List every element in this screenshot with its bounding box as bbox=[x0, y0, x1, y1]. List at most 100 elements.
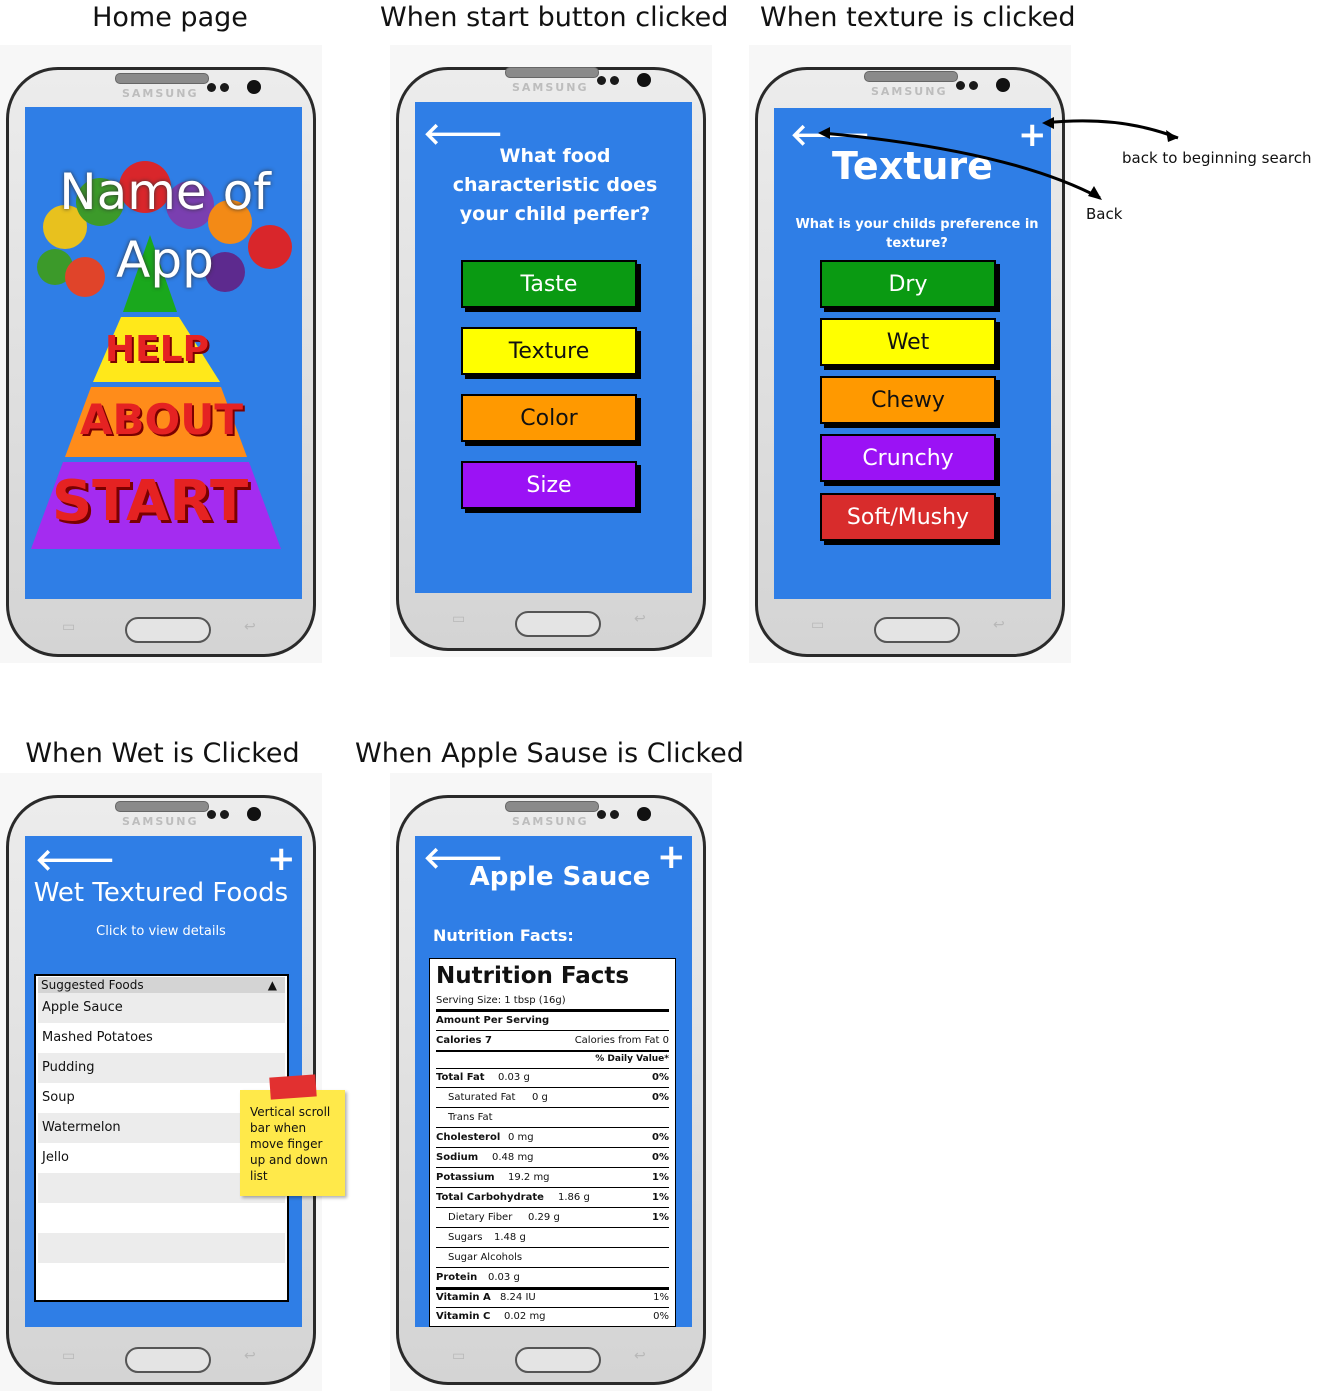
arrow-left-icon[interactable]: 🡐 bbox=[35, 846, 115, 876]
home-hardware-button[interactable] bbox=[874, 617, 960, 643]
nutrient-row: Sodium 0.48 mg 0% bbox=[436, 1149, 669, 1168]
nutrient-name: Potassium bbox=[436, 1172, 495, 1183]
nutrient-dv: 0% bbox=[652, 1072, 669, 1083]
crunchy-button[interactable]: Crunchy bbox=[820, 434, 996, 482]
camera-icon bbox=[247, 80, 261, 94]
wet-button[interactable]: Wet bbox=[820, 318, 996, 366]
nutrient-amount: 0.03 g bbox=[498, 1072, 530, 1083]
brand-logo: SAMSUNG bbox=[871, 85, 948, 98]
thick-rule bbox=[436, 1009, 669, 1012]
sensor-icon bbox=[610, 76, 619, 85]
nutrient-row: Sugars 1.48 g bbox=[436, 1229, 669, 1248]
speaker-grille bbox=[115, 801, 209, 812]
sensor-icon bbox=[956, 81, 965, 90]
list-item-apple-sauce[interactable]: Apple Sauce bbox=[38, 993, 285, 1023]
menu-softkey-icon[interactable]: ▭ bbox=[62, 619, 75, 635]
annotation-back: Back bbox=[1086, 205, 1123, 223]
sensor-icon bbox=[207, 83, 216, 92]
sensor-icon bbox=[597, 810, 606, 819]
speaker-grille bbox=[505, 67, 599, 78]
characteristic-question: What food characteristic does your child… bbox=[452, 145, 658, 225]
caption-wet-clicked: When Wet is Clicked bbox=[25, 738, 300, 769]
menu-softkey-icon[interactable]: ▭ bbox=[62, 1348, 75, 1364]
screen-apple-sauce: 🡐 + Apple Sauce Nutrition Facts: Nutriti… bbox=[415, 836, 692, 1327]
menu-softkey-icon[interactable]: ▭ bbox=[811, 617, 824, 633]
medium-rule bbox=[436, 1050, 669, 1052]
camera-icon bbox=[637, 807, 651, 821]
speaker-grille bbox=[505, 801, 599, 812]
back-softkey-icon[interactable]: ↩ bbox=[634, 611, 646, 627]
list-item-empty[interactable] bbox=[38, 1233, 285, 1263]
app-name: Name of App bbox=[59, 163, 271, 289]
nutrient-amount: 0 mg bbox=[508, 1132, 534, 1143]
phone-characteristic: SAMSUNG 🡐 What food characteristic does … bbox=[390, 45, 712, 657]
dry-button[interactable]: Dry bbox=[820, 260, 996, 308]
list-item-pudding[interactable]: Pudding bbox=[38, 1053, 285, 1083]
brand-logo: SAMSUNG bbox=[122, 815, 199, 828]
texture-button[interactable]: Texture bbox=[461, 327, 637, 375]
nutrient-dv: 1% bbox=[652, 1192, 669, 1203]
help-button[interactable]: HELP bbox=[105, 329, 209, 370]
back-softkey-icon[interactable]: ↩ bbox=[634, 1348, 646, 1364]
nutrient-name: Saturated Fat bbox=[448, 1092, 516, 1103]
nutrient-amount: 0.29 g bbox=[528, 1212, 560, 1223]
caret-up-icon[interactable]: ▲ bbox=[268, 977, 277, 993]
start-button[interactable]: START bbox=[50, 469, 250, 534]
nutrient-dv: 0% bbox=[652, 1152, 669, 1163]
nutrient-dv: 0% bbox=[653, 1311, 669, 1322]
size-button[interactable]: Size bbox=[461, 461, 637, 509]
nutrient-dv: 0% bbox=[652, 1092, 669, 1103]
back-softkey-icon[interactable]: ↩ bbox=[244, 619, 256, 635]
screen-home: Name of App HELP ABOUT START bbox=[25, 107, 302, 599]
about-button[interactable]: ABOUT bbox=[80, 395, 243, 444]
nutrient-name: Trans Fat bbox=[448, 1112, 493, 1123]
nutrient-amount: 19.2 mg bbox=[508, 1172, 550, 1183]
nutrient-dv: 1% bbox=[652, 1212, 669, 1223]
sticky-note: Vertical scroll bar when move finger up … bbox=[240, 1074, 345, 1196]
soft-mushy-button[interactable]: Soft/Mushy bbox=[820, 493, 996, 541]
home-hardware-button[interactable] bbox=[515, 611, 601, 637]
nutrient-name: Total Carbohydrate bbox=[436, 1192, 544, 1203]
plus-icon[interactable]: + bbox=[267, 842, 296, 876]
back-softkey-icon[interactable]: ↩ bbox=[993, 617, 1005, 633]
nutrient-amount: 8.24 IU bbox=[500, 1292, 536, 1303]
amount-per-serving: Amount Per Serving bbox=[436, 1015, 550, 1026]
camera-icon bbox=[996, 78, 1010, 92]
list-item-empty[interactable] bbox=[38, 1203, 285, 1233]
list-item-mashed-potatoes[interactable]: Mashed Potatoes bbox=[38, 1023, 285, 1053]
caption-texture-clicked: When texture is clicked bbox=[760, 2, 1076, 33]
nutrient-name: Vitamin C bbox=[436, 1311, 491, 1322]
sticky-note-text: Vertical scroll bar when move finger up … bbox=[250, 1105, 331, 1183]
home-hardware-button[interactable] bbox=[125, 617, 211, 643]
camera-icon bbox=[247, 807, 261, 821]
wet-title: Wet Textured Foods bbox=[33, 878, 289, 908]
nutrient-row: Cholesterol 0 mg 0% bbox=[436, 1129, 669, 1148]
nutrient-amount: 0.03 g bbox=[488, 1272, 520, 1283]
home-hardware-button[interactable] bbox=[515, 1347, 601, 1373]
list-header[interactable]: Suggested Foods ▲ bbox=[38, 977, 285, 993]
sensor-icon bbox=[969, 81, 978, 90]
nutrient-name: Dietary Fiber bbox=[448, 1212, 513, 1223]
nutrient-name: Cholesterol bbox=[436, 1132, 501, 1143]
sensor-icon bbox=[207, 810, 216, 819]
wet-subtitle: Click to view details bbox=[96, 924, 226, 939]
menu-softkey-icon[interactable]: ▭ bbox=[452, 611, 465, 627]
nutrient-row: Protein 0.03 g bbox=[436, 1269, 669, 1290]
sticky-tape bbox=[269, 1074, 317, 1100]
chewy-button[interactable]: Chewy bbox=[820, 376, 996, 424]
color-button[interactable]: Color bbox=[461, 394, 637, 442]
sensor-icon bbox=[220, 83, 229, 92]
apple-title: Apple Sauce bbox=[469, 862, 651, 892]
taste-button[interactable]: Taste bbox=[461, 260, 637, 308]
menu-softkey-icon[interactable]: ▭ bbox=[452, 1348, 465, 1364]
texture-question: What is your childs preference in textur… bbox=[795, 217, 1039, 251]
nutrient-name: Vitamin A bbox=[436, 1292, 491, 1303]
nutrient-amount: 1.86 g bbox=[558, 1192, 590, 1203]
screen-characteristic: 🡐 What food characteristic does your chi… bbox=[415, 102, 692, 593]
list-item-empty[interactable] bbox=[38, 1263, 285, 1293]
back-softkey-icon[interactable]: ↩ bbox=[244, 1348, 256, 1364]
home-hardware-button[interactable] bbox=[125, 1347, 211, 1373]
sensor-icon bbox=[220, 810, 229, 819]
camera-icon bbox=[637, 73, 651, 87]
nutrient-amount: 0.02 mg bbox=[504, 1311, 546, 1322]
